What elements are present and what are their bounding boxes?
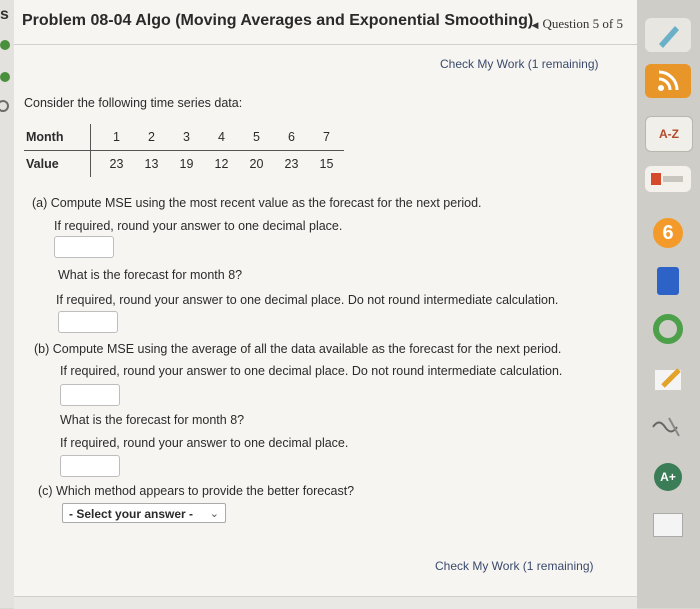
question-nav-label: Question 5 of 5 xyxy=(542,16,623,31)
part-c-question: (c) Which method appears to provide the … xyxy=(38,484,355,498)
better-method-select[interactable]: - Select your answer - ⌄ xyxy=(62,503,226,523)
value-cell: 15 xyxy=(319,157,334,171)
sidebar-letter: s xyxy=(0,6,9,23)
part-a-mse-input[interactable] xyxy=(54,236,114,258)
part-a-question: (a) Compute MSE using the most recent va… xyxy=(32,196,482,210)
value-cell: 20 xyxy=(249,157,264,171)
table-row: Value 23 13 19 12 20 23 15 xyxy=(24,150,344,177)
part-a-round-note: If required, round your answer to one de… xyxy=(54,219,343,233)
notebook-icon[interactable] xyxy=(645,264,691,298)
completed-check-icon[interactable] xyxy=(0,72,10,82)
part-b-question: (b) Compute MSE using the average of all… xyxy=(34,342,562,356)
chevron-down-icon: ⌄ xyxy=(209,508,219,520)
completed-check-icon[interactable] xyxy=(0,40,10,50)
part-a-forecast-input[interactable] xyxy=(58,311,118,333)
part-b-round-note: If required, round your answer to one de… xyxy=(60,364,563,378)
month-cell: 4 xyxy=(204,124,239,151)
app-six-icon[interactable]: 6 xyxy=(645,216,691,250)
highlighter-icon[interactable] xyxy=(645,362,691,396)
rss-feed-icon[interactable] xyxy=(645,64,691,98)
value-cell: 13 xyxy=(144,157,159,171)
select-value: - Select your answer - xyxy=(69,507,194,521)
green-ring-icon[interactable] xyxy=(645,312,691,346)
right-dock: A-Z 6 A+ xyxy=(637,0,700,608)
check-my-work-link-top[interactable]: Check My Work (1 remaining) xyxy=(440,57,598,71)
dictionary-icon[interactable]: A-Z xyxy=(645,116,693,152)
triangle-left-icon[interactable]: ◀ xyxy=(532,20,539,30)
part-a-forecast-note: If required, round your answer to one de… xyxy=(56,293,559,307)
value-cell: 19 xyxy=(179,157,194,171)
month-cell: 1 xyxy=(99,124,134,151)
intro-text: Consider the following time series data: xyxy=(24,96,243,110)
notes-icon[interactable] xyxy=(645,508,691,542)
question-sidebar: s xyxy=(0,0,14,608)
office-icon[interactable] xyxy=(645,166,691,192)
table-row: Month 1 2 3 4 5 6 7 xyxy=(24,124,344,151)
time-series-table: Month 1 2 3 4 5 6 7 Value 23 13 19 12 20… xyxy=(24,124,344,177)
month-cell: 7 xyxy=(309,124,344,151)
part-b-forecast-question: What is the forecast for month 8? xyxy=(60,413,245,427)
question-navigator[interactable]: ◀ Question 5 of 5 xyxy=(532,16,623,32)
part-b-mse-input[interactable] xyxy=(60,384,120,406)
value-cell: 12 xyxy=(214,157,229,171)
pen-icon[interactable] xyxy=(645,18,691,52)
part-a-forecast-question: What is the forecast for month 8? xyxy=(58,268,243,282)
part-b-forecast-note: If required, round your answer to one de… xyxy=(60,436,349,450)
value-cell: 23 xyxy=(284,157,299,171)
grade-badge-icon[interactable]: A+ xyxy=(645,460,691,494)
month-cell: 3 xyxy=(169,124,204,151)
bottom-strip xyxy=(14,596,637,609)
voice-wave-icon[interactable] xyxy=(645,410,691,444)
month-cell: 5 xyxy=(239,124,274,151)
value-cell: 23 xyxy=(109,157,124,171)
check-my-work-link-bottom[interactable]: Check My Work (1 remaining) xyxy=(435,559,593,573)
header-bar: Problem 08-04 Algo (Moving Averages and … xyxy=(14,0,637,45)
page-title: Problem 08-04 Algo (Moving Averages and … xyxy=(22,12,534,29)
value-header: Value xyxy=(26,157,59,171)
month-header: Month xyxy=(24,124,91,151)
dictionary-label: A-Z xyxy=(659,127,679,141)
month-cell: 6 xyxy=(274,124,309,151)
incomplete-circle-icon[interactable] xyxy=(0,100,9,112)
part-b-forecast-input[interactable] xyxy=(60,455,120,477)
month-cell: 2 xyxy=(134,124,169,151)
